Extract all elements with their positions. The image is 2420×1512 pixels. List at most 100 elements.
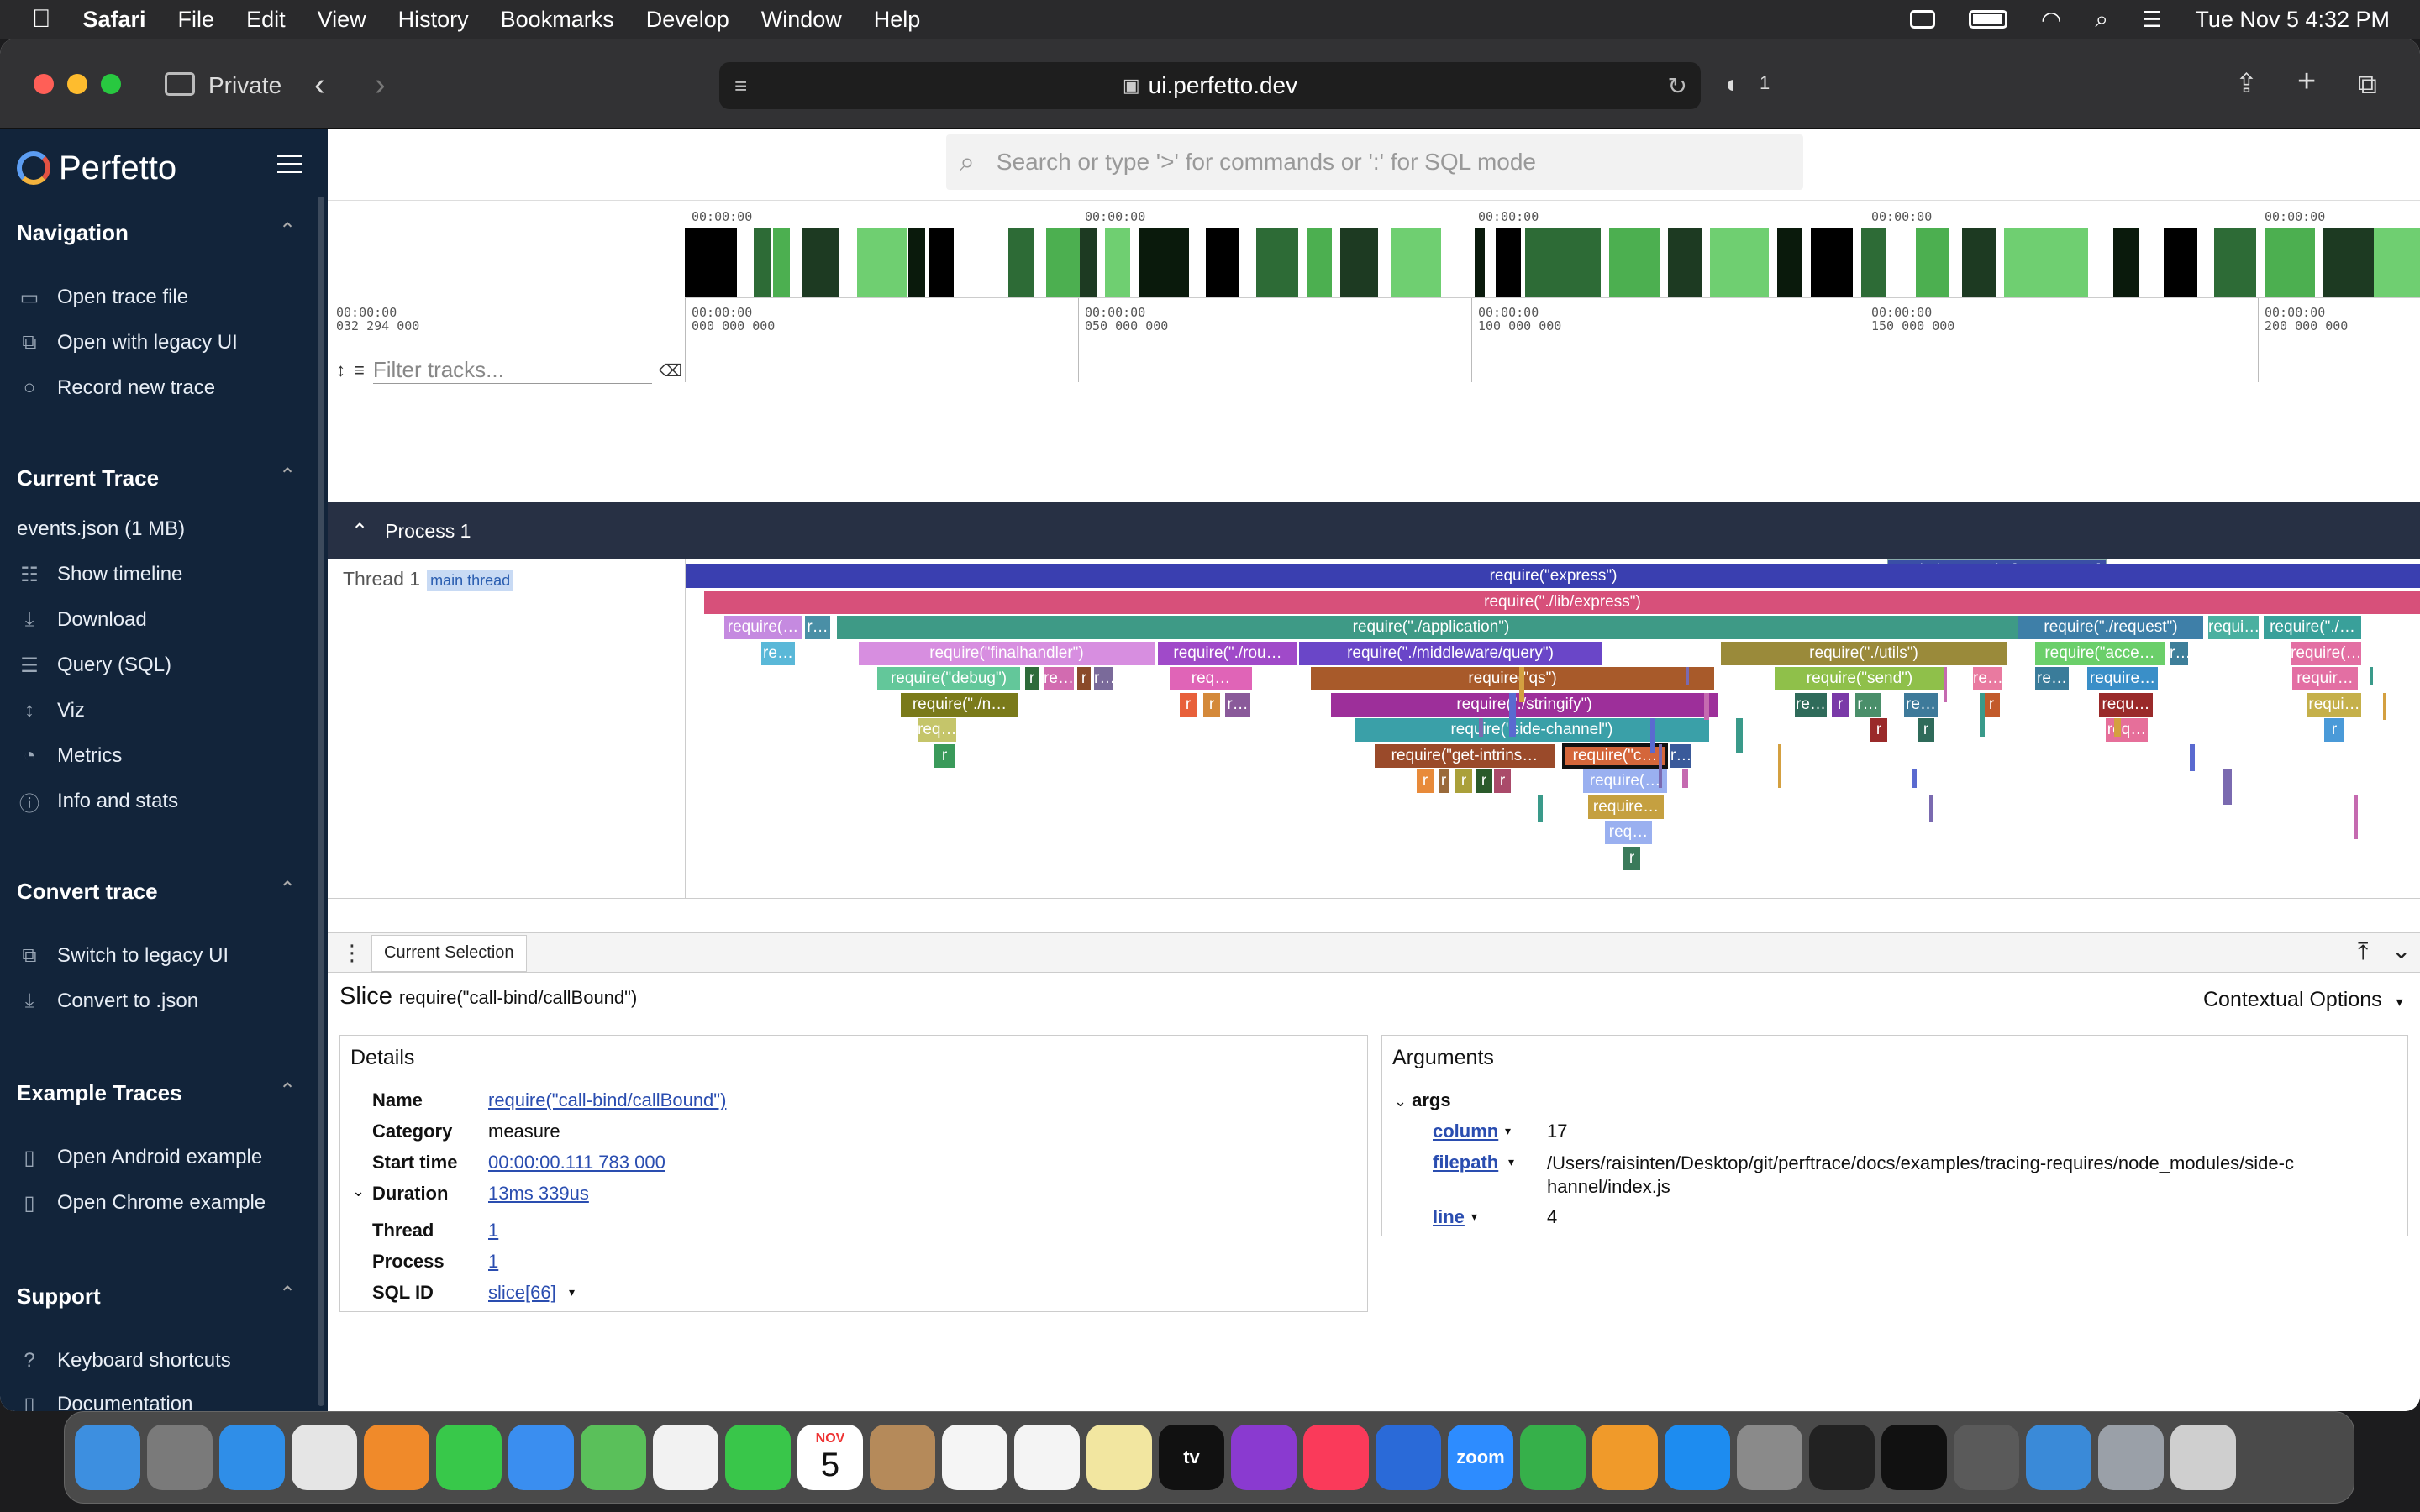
sidebar-item-docs[interactable]: ▯ Documentation bbox=[17, 1389, 192, 1411]
contextual-options-button[interactable]: Contextual Options ▾ bbox=[2203, 988, 2403, 1012]
menu-toggle-icon[interactable] bbox=[277, 155, 302, 173]
flame-slice[interactable]: require("debug") bbox=[877, 667, 1020, 690]
section-support-title[interactable]: Support bbox=[17, 1284, 101, 1310]
sidebar-item-viz[interactable]: ↕ Viz bbox=[17, 696, 85, 726]
menu-window[interactable]: Window bbox=[761, 7, 842, 33]
sidebar-item-download[interactable]: ⤓ Download bbox=[17, 605, 147, 635]
instruments-icon[interactable] bbox=[1954, 1425, 2019, 1490]
detail-value-link[interactable]: 1 bbox=[488, 1251, 498, 1273]
filter-tracks[interactable]: ↕ ≡ Filter tracks... ⌫ bbox=[336, 355, 682, 386]
sidebar-scrollbar[interactable] bbox=[318, 197, 324, 1406]
flame-slice[interactable]: require… bbox=[2087, 667, 2158, 690]
flame-slice[interactable]: requir… bbox=[2292, 667, 2358, 690]
numbers-icon[interactable] bbox=[1520, 1425, 1586, 1490]
close-window-button[interactable] bbox=[34, 74, 54, 94]
keyboard-icon[interactable] bbox=[1909, 10, 1935, 29]
zoom-icon[interactable]: zoom bbox=[1448, 1425, 1513, 1490]
detail-value-link[interactable]: 1 bbox=[488, 1220, 498, 1242]
flame-slice[interactable]: re… bbox=[761, 641, 795, 665]
chevron-up-icon[interactable]: ⌃ bbox=[351, 519, 368, 543]
menu-view[interactable]: View bbox=[318, 7, 366, 33]
facetime-icon[interactable] bbox=[725, 1425, 791, 1490]
sidebar-item-query[interactable]: ☰ Query (SQL) bbox=[17, 650, 171, 680]
flame-slice[interactable]: require("./utils") bbox=[1721, 641, 2007, 665]
flame-slice[interactable]: r bbox=[1439, 769, 1449, 793]
chevron-down-icon[interactable]: ⌄ bbox=[352, 1183, 365, 1200]
reload-icon[interactable]: ↻ bbox=[1668, 72, 1687, 100]
arg-key[interactable]: line bbox=[1433, 1206, 1465, 1228]
flame-slice[interactable]: r bbox=[1983, 692, 2000, 717]
flame-slice[interactable]: r bbox=[1832, 692, 1849, 717]
menu-history[interactable]: History bbox=[398, 7, 469, 33]
chevron-up-icon[interactable]: ⌃ bbox=[279, 1079, 296, 1103]
section-navigation-title[interactable]: Navigation bbox=[17, 220, 129, 246]
flame-slice[interactable]: require("qs") bbox=[1311, 667, 1714, 690]
mail-icon[interactable] bbox=[508, 1425, 574, 1490]
search-icon[interactable]: ⌕ bbox=[2095, 6, 2108, 34]
flame-slice[interactable]: re… bbox=[1973, 667, 2002, 690]
messages-icon[interactable] bbox=[436, 1425, 502, 1490]
zoom-window-button[interactable] bbox=[101, 74, 121, 94]
process-track-header[interactable]: ⌃ Process 1 bbox=[328, 502, 2420, 559]
flame-slice[interactable]: r bbox=[1870, 718, 1887, 742]
menu-bookmarks[interactable]: Bookmarks bbox=[501, 7, 614, 33]
chevron-down-icon[interactable]: ⌄ bbox=[1394, 1093, 1407, 1110]
flame-slice[interactable]: requi… bbox=[2208, 616, 2259, 639]
sidebar-item-open-trace[interactable]: ▭ Open trace file bbox=[17, 282, 188, 312]
shield-icon[interactable]: ◖ bbox=[1723, 71, 1738, 99]
flame-slice[interactable]: require("finalhandler") bbox=[859, 641, 1155, 665]
apple-icon[interactable]:  bbox=[32, 5, 51, 34]
flame-slice[interactable]: r bbox=[1203, 692, 1220, 717]
address-bar[interactable]: ≡ ▣ ui.perfetto.dev ↻ bbox=[719, 62, 1701, 109]
tv-icon[interactable]: tv bbox=[1159, 1425, 1224, 1490]
tab-current-selection[interactable]: Current Selection bbox=[371, 935, 527, 972]
flame-slice[interactable]: re… bbox=[1795, 692, 1827, 717]
flame-slice[interactable]: requ… bbox=[2099, 692, 2153, 717]
flame-slice[interactable]: r… bbox=[1094, 667, 1113, 690]
flame-slice[interactable]: r bbox=[1077, 667, 1091, 690]
settings-icon[interactable] bbox=[1737, 1425, 1802, 1490]
flame-slice[interactable]: require("send") bbox=[1775, 667, 1944, 690]
appstore-icon[interactable] bbox=[1665, 1425, 1730, 1490]
caret-down-icon[interactable]: ▾ bbox=[1471, 1210, 1477, 1224]
sidebar-toggle-icon[interactable] bbox=[165, 72, 195, 96]
perfetto-logo[interactable]: Perfetto bbox=[17, 143, 176, 193]
sidebar-item-show-timeline[interactable]: ☷ Show timeline bbox=[17, 559, 182, 590]
flame-slice[interactable]: require("express") bbox=[686, 564, 2420, 588]
freeform-icon[interactable] bbox=[1014, 1425, 1080, 1490]
flame-slice[interactable]: r bbox=[1025, 667, 1039, 690]
flame-slice[interactable]: require("./n… bbox=[901, 692, 1018, 717]
flame-slice[interactable]: require("./rou… bbox=[1158, 641, 1297, 665]
chevron-down-icon[interactable]: ⌄ bbox=[2391, 937, 2411, 964]
menu-develop[interactable]: Develop bbox=[646, 7, 729, 33]
clear-filter-icon[interactable]: ⌫ bbox=[659, 360, 682, 381]
flame-slice[interactable]: require… bbox=[1588, 795, 1664, 819]
pages-icon[interactable] bbox=[1592, 1425, 1658, 1490]
flame-slice[interactable]: r bbox=[934, 743, 955, 768]
flame-slice[interactable]: req… bbox=[2106, 718, 2148, 742]
section-examples-title[interactable]: Example Traces bbox=[17, 1080, 182, 1106]
caret-down-icon[interactable]: ▾ bbox=[569, 1285, 575, 1299]
flame-slice[interactable]: require("get-intrins… bbox=[1375, 743, 1555, 768]
page-menu-icon[interactable]: ≡ bbox=[734, 73, 747, 99]
xcode-icon[interactable] bbox=[2026, 1425, 2091, 1490]
contacts-icon[interactable] bbox=[870, 1425, 935, 1490]
flame-slice[interactable]: r bbox=[1476, 769, 1492, 793]
chevron-up-icon[interactable]: ⌃ bbox=[279, 1282, 296, 1306]
flame-slice[interactable]: require("./middleware/query") bbox=[1299, 641, 1602, 665]
filter-input[interactable]: Filter tracks... bbox=[372, 357, 652, 384]
finder-icon[interactable] bbox=[75, 1425, 140, 1490]
flame-slice[interactable]: req… bbox=[1605, 821, 1652, 844]
menubar-clock[interactable]: Tue Nov 5 4:32 PM bbox=[2195, 7, 2390, 33]
time-ruler[interactable]: 00:00:00 000 000 000 00:00:00 050 000 00… bbox=[685, 298, 2420, 382]
reminders-icon[interactable] bbox=[942, 1425, 1007, 1490]
flame-slice[interactable]: r bbox=[1417, 769, 1434, 793]
keynote-icon[interactable] bbox=[1376, 1425, 1441, 1490]
firefox-icon[interactable] bbox=[364, 1425, 429, 1490]
sidebar-item-convert-json[interactable]: ⤓ Convert to .json bbox=[17, 986, 198, 1016]
flame-slice[interactable]: re… bbox=[2035, 667, 2069, 690]
flame-slice[interactable]: require("./request") bbox=[2018, 616, 2203, 639]
trash-icon[interactable] bbox=[2170, 1425, 2236, 1490]
detail-value-link[interactable]: require("call-bind/callBound") bbox=[488, 1089, 726, 1111]
flame-slice[interactable]: req… bbox=[918, 718, 956, 742]
